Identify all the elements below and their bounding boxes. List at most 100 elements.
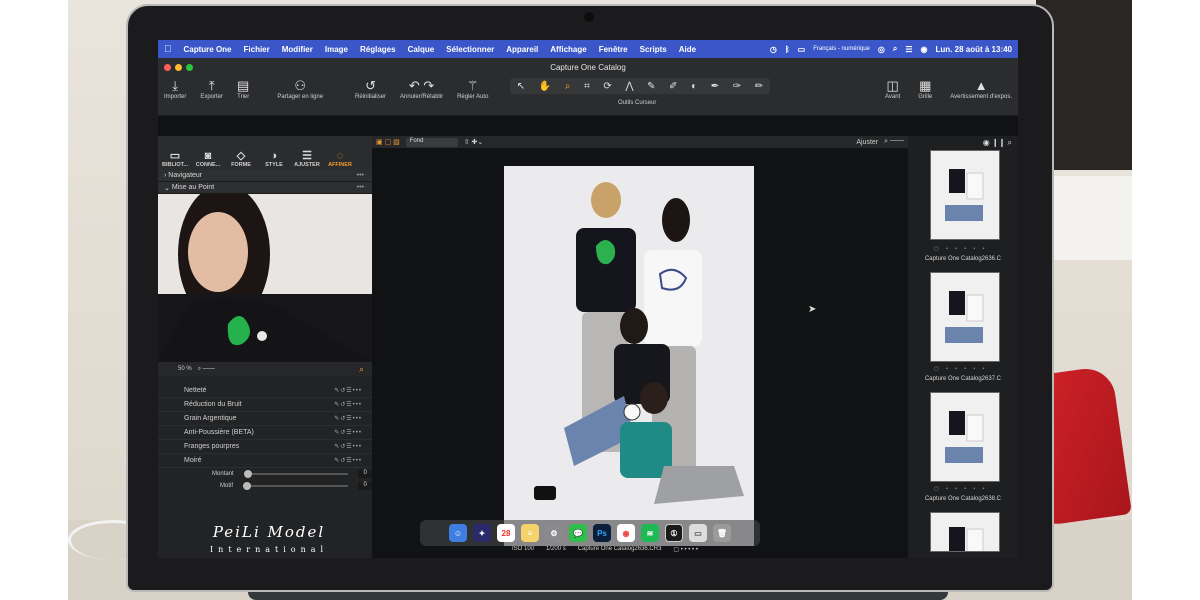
- keystone-icon[interactable]: ⋀: [625, 81, 633, 92]
- main-photo[interactable]: [504, 166, 754, 546]
- accessibility-icon[interactable]: ◎: [878, 45, 885, 54]
- notes-icon[interactable]: ≡: [521, 524, 539, 542]
- menu-modifier[interactable]: Modifier: [282, 45, 313, 54]
- trash-icon[interactable]: 🗑: [713, 524, 731, 542]
- select-cursor-icon[interactable]: ↖: [517, 81, 525, 92]
- brush-icon[interactable]: ✎: [647, 81, 655, 92]
- menu-fenetre[interactable]: Fenêtre: [599, 45, 628, 54]
- more-icon[interactable]: •••: [357, 172, 364, 179]
- menubar-clock[interactable]: Lun. 28 août à 13:40: [936, 45, 1012, 54]
- sort-button[interactable]: ▤ Trier: [237, 78, 249, 100]
- browser-controls[interactable]: ◉ ❙❙ ⌕: [983, 138, 1012, 148]
- motif-slider[interactable]: [243, 482, 349, 490]
- thumbnail-1[interactable]: [930, 150, 1000, 240]
- menu-calque[interactable]: Calque: [408, 45, 435, 54]
- tool-actions-icon[interactable]: ✎↺☰•••: [334, 443, 362, 450]
- bluetooth-icon[interactable]: ᛒ: [785, 45, 790, 54]
- menu-appareil[interactable]: Appareil: [506, 45, 538, 54]
- montant-value[interactable]: 0: [358, 470, 372, 478]
- tool-moire[interactable]: Moiré ✎↺☰•••: [158, 454, 372, 468]
- settings-icon[interactable]: ⚙: [545, 524, 563, 542]
- capture-one-icon[interactable]: ①: [665, 524, 683, 542]
- tab-ajuster[interactable]: ☰ AJUSTER: [292, 149, 322, 168]
- crop-icon[interactable]: ⌗: [584, 81, 590, 92]
- apple-icon[interactable]: : [164, 44, 172, 55]
- slider-knob[interactable]: [243, 470, 252, 478]
- rating-dots[interactable]: ▢ • • • • •: [673, 546, 698, 553]
- launchpad-icon[interactable]: ✦: [473, 524, 491, 542]
- calendar-icon[interactable]: 28: [497, 524, 515, 542]
- zoom-tool-icon[interactable]: ⌕: [565, 81, 571, 92]
- tool-actions-icon[interactable]: ✎↺☰•••: [334, 387, 362, 394]
- tool-franges[interactable]: Franges pourpres ✎↺☰•••: [158, 440, 372, 454]
- thumbnail-3[interactable]: [930, 392, 1000, 482]
- rotate-icon[interactable]: ⟳: [603, 81, 611, 92]
- motif-value[interactable]: 0: [358, 482, 372, 490]
- slider-knob[interactable]: [243, 482, 252, 490]
- view-mode-icons[interactable]: ▣ ▢ ▧: [376, 138, 400, 146]
- pan-icon[interactable]: ✋: [539, 81, 551, 92]
- zoom-slider-icon[interactable]: ⌕ ━━: [198, 366, 215, 373]
- export-button[interactable]: ⤒ Exporter: [200, 78, 223, 100]
- more-icon[interactable]: •••: [357, 184, 364, 191]
- line-icon[interactable]: 💬: [569, 524, 587, 542]
- reset-button[interactable]: ↺ Réinitialiser: [355, 78, 386, 100]
- annotate-icon[interactable]: ✏: [755, 81, 763, 92]
- tab-bibliotheque[interactable]: ▭ BIBLIOT...: [160, 149, 190, 168]
- photoshop-icon[interactable]: Ps: [593, 524, 611, 542]
- montant-slider[interactable]: [243, 470, 349, 478]
- menu-scripts[interactable]: Scripts: [640, 45, 667, 54]
- spot-icon[interactable]: ✒: [711, 81, 719, 92]
- magnifier-icon[interactable]: ⌕: [359, 364, 364, 375]
- exposure-warning-button[interactable]: ▲ Avertissement d'expos.: [950, 78, 1012, 100]
- tool-reduction-bruit[interactable]: Réduction du Bruit ✎↺☰•••: [158, 398, 372, 412]
- background-select[interactable]: Fond: [405, 137, 458, 147]
- thumbnail-rating[interactable]: ▢ • • • • •: [934, 366, 987, 372]
- menu-affichage[interactable]: Affichage: [550, 45, 586, 54]
- menu-reglages[interactable]: Réglages: [360, 45, 396, 54]
- tool-actions-icon[interactable]: ✎↺☰•••: [334, 429, 362, 436]
- chrome-icon[interactable]: ◉: [617, 524, 635, 542]
- menu-selectionner[interactable]: Sélectionner: [446, 45, 494, 54]
- tool-grain[interactable]: Grain Argentique ✎↺☰•••: [158, 412, 372, 426]
- menu-image[interactable]: Image: [325, 45, 348, 54]
- share-button[interactable]: ⚇ Partager en ligne: [277, 78, 323, 100]
- tab-forme[interactable]: ◇ FORME: [226, 149, 256, 168]
- undo-redo-button[interactable]: ↶ ↷ Annuler/Rétablir: [400, 78, 443, 100]
- thumbnail-rating[interactable]: ▢ • • • • •: [934, 246, 987, 252]
- tool-actions-icon[interactable]: ✎↺☰•••: [334, 401, 362, 408]
- finder-icon[interactable]: ☺: [449, 524, 467, 542]
- thumbnail-rating[interactable]: ▢ • • • • •: [934, 486, 987, 492]
- tool-nettete[interactable]: Netteté ✎↺☰•••: [158, 384, 372, 398]
- thumbnail-4[interactable]: [930, 512, 1000, 552]
- stepper-icon[interactable]: ⇳ ✚⌄: [464, 138, 484, 146]
- tab-affiner[interactable]: ◌ AFFINER: [325, 150, 355, 168]
- focus-section[interactable]: ⌄ Mise au Point •••: [158, 182, 372, 194]
- input-source[interactable]: Français - numérique: [813, 46, 870, 52]
- search-icon[interactable]: ⌕: [893, 44, 897, 54]
- navigator-section[interactable]: › Navigateur •••: [158, 170, 372, 182]
- picker-icon[interactable]: ✑: [733, 81, 741, 92]
- import-button[interactable]: ⤓ Importer: [164, 78, 186, 100]
- spotify-icon[interactable]: ≋: [641, 524, 659, 542]
- clock-app-icon[interactable]: ◷: [770, 45, 777, 54]
- tab-connexion[interactable]: ◙ CONNE...: [193, 150, 223, 168]
- zoom-search-icon[interactable]: ⌕ ━━: [884, 138, 904, 146]
- menu-fichier[interactable]: Fichier: [244, 45, 270, 54]
- eraser-icon[interactable]: ✐: [669, 81, 677, 92]
- control-center-icon[interactable]: ☰: [905, 45, 912, 54]
- menu-app[interactable]: Capture One: [184, 45, 232, 54]
- menu-aide[interactable]: Aide: [679, 45, 696, 54]
- before-button[interactable]: ◫ Avant: [885, 78, 900, 100]
- battery-icon[interactable]: ▭: [798, 45, 806, 54]
- tool-actions-icon[interactable]: ✎↺☰•••: [334, 415, 362, 422]
- tab-style[interactable]: ◑ STYLE: [259, 150, 289, 168]
- tool-anti-poussiere[interactable]: Anti-Poussière (BETA) ✎↺☰•••: [158, 426, 372, 440]
- tool-actions-icon[interactable]: ✎↺☰•••: [334, 457, 362, 464]
- gradient-icon[interactable]: ◐: [691, 81, 697, 92]
- thumbnail-2[interactable]: [930, 272, 1000, 362]
- grid-button[interactable]: ▦ Grille: [918, 78, 932, 100]
- document-icon[interactable]: ▭: [689, 524, 707, 542]
- auto-adjust-button[interactable]: ⚚ Régler Auto: [457, 78, 488, 100]
- siri-icon[interactable]: ◉: [921, 45, 928, 54]
